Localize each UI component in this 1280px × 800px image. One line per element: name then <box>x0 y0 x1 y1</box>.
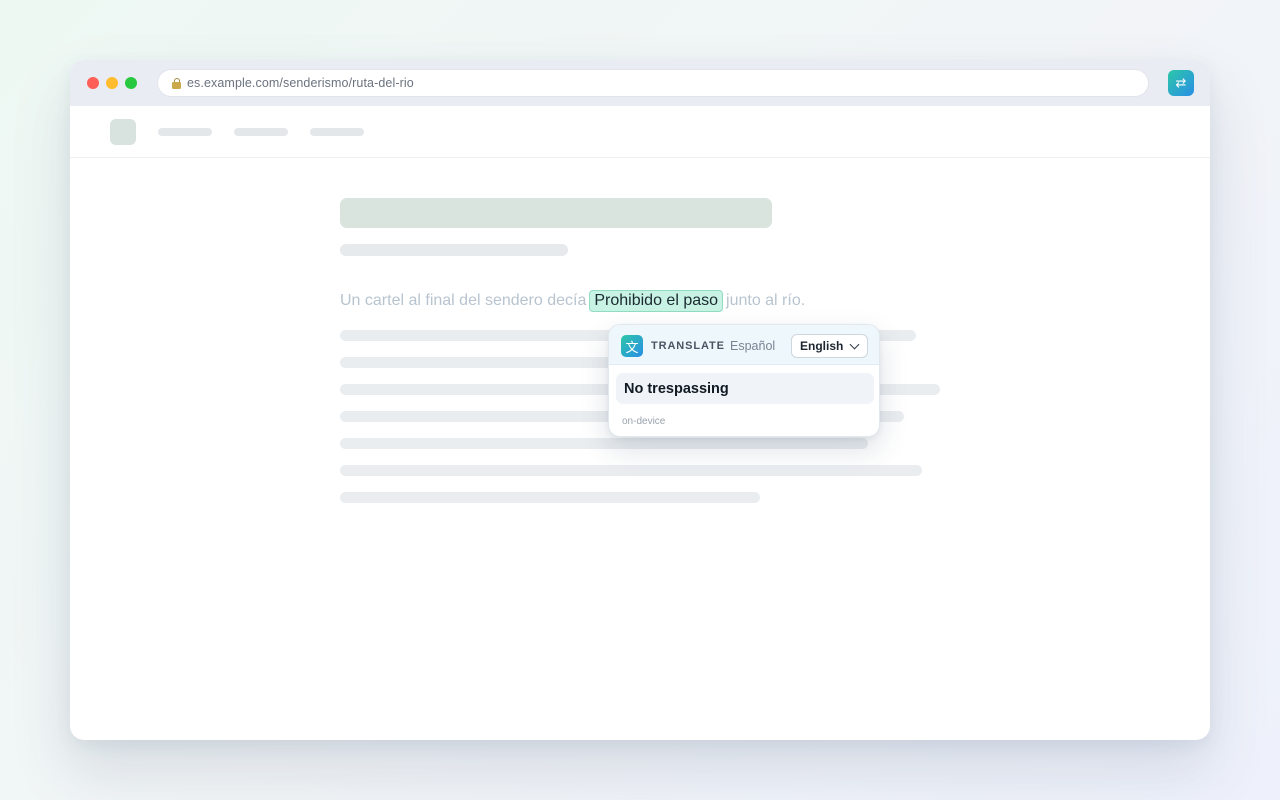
text-line-placeholder <box>340 465 922 476</box>
target-language-select[interactable]: English <box>791 334 868 358</box>
translation-text: No trespassing <box>624 380 729 397</box>
sentence-before: Un cartel al final del sendero decía <box>340 292 587 309</box>
minimize-window-button[interactable] <box>106 77 118 89</box>
browser-window: es.example.com/senderismo/ruta-del-rio ⇄… <box>70 60 1210 740</box>
chevron-down-icon <box>849 339 860 350</box>
article-sentence: Un cartel al final del sendero decía Pro… <box>340 289 805 313</box>
site-logo-placeholder <box>110 119 136 145</box>
text-line-placeholder <box>340 438 868 449</box>
target-language-value: English <box>800 339 844 353</box>
source-language: Español <box>730 339 776 353</box>
translate-popup: 文 TRANSLATE Español English No trespassi… <box>608 324 880 437</box>
nav-link-placeholder[interactable] <box>234 128 288 136</box>
translate-extension-button[interactable]: ⇄ <box>1168 70 1194 96</box>
nav-link-placeholder[interactable] <box>158 128 212 136</box>
translation-result: No trespassing <box>616 373 874 404</box>
article-title-placeholder <box>340 198 772 228</box>
sentence-after: junto al río. <box>726 292 806 309</box>
translate-swap-icon: ⇄ <box>1175 75 1187 91</box>
browser-titlebar: es.example.com/senderismo/ruta-del-rio ⇄ <box>70 60 1210 106</box>
zoom-window-button[interactable] <box>125 77 137 89</box>
nav-link-placeholder[interactable] <box>310 128 364 136</box>
text-line-placeholder <box>340 492 760 503</box>
address-bar[interactable]: es.example.com/senderismo/ruta-del-rio <box>158 70 1148 96</box>
on-device-note: on-device <box>622 416 666 427</box>
translate-icon: 文 <box>621 335 643 357</box>
site-navbar <box>70 106 1210 158</box>
close-window-button[interactable] <box>87 77 99 89</box>
translate-popup-header: 文 TRANSLATE Español English <box>609 325 879 365</box>
translate-label: TRANSLATE <box>651 340 725 352</box>
url-text: es.example.com/senderismo/ruta-del-rio <box>187 76 414 90</box>
article-subtitle-placeholder <box>340 244 568 256</box>
lock-icon <box>172 77 181 89</box>
highlighted-phrase[interactable]: Prohibido el paso <box>589 290 724 312</box>
